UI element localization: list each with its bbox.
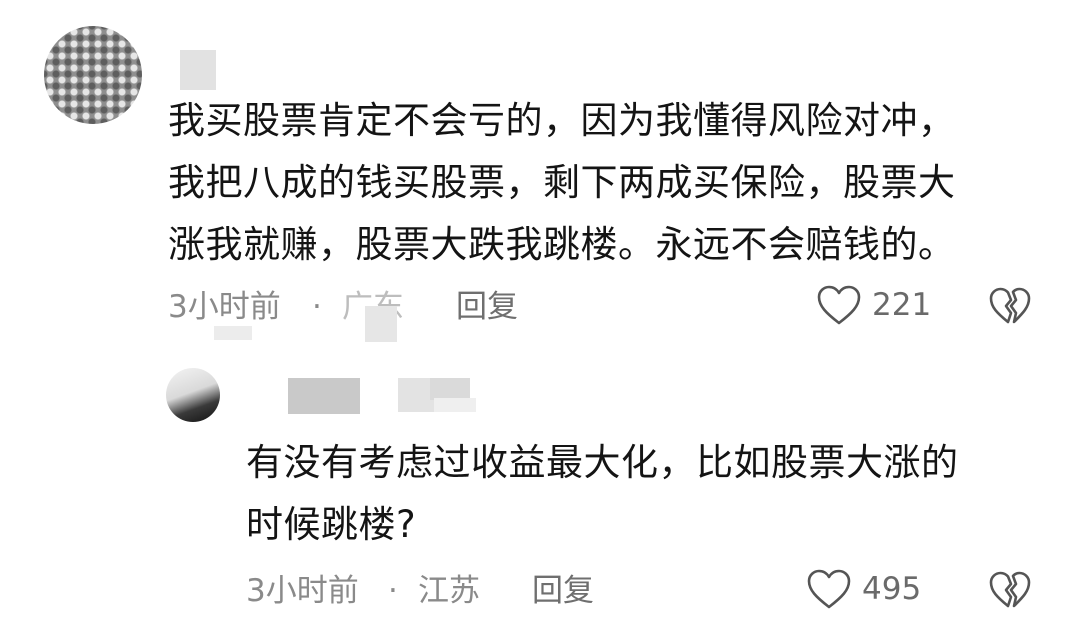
username-mosaic [398, 378, 434, 412]
comment-time: 3小时前 [168, 289, 281, 325]
meta-separator: · [312, 289, 322, 325]
username-mosaic [430, 378, 470, 400]
username-mosaic [434, 398, 476, 412]
like-button[interactable]: 495 [806, 568, 921, 610]
location-mosaic [365, 306, 397, 342]
heart-icon [816, 284, 862, 326]
time-mosaic [214, 326, 252, 340]
reply-time: 3小时前 [246, 573, 359, 609]
broken-heart-icon[interactable] [988, 570, 1032, 610]
reply-button[interactable]: 回复 [456, 287, 518, 327]
replier-avatar[interactable] [166, 368, 220, 422]
comment-text: 我买股票肯定不会亏的，因为我懂得风险对冲， 我把八成的钱买股票，剩下两成买保险，… [168, 99, 956, 266]
username-mosaic [180, 50, 216, 90]
username-mosaic [288, 378, 360, 414]
reply-text: 有没有考虑过收益最大化，比如股票大涨的 时候跳楼? [246, 441, 959, 546]
heart-icon [806, 568, 852, 610]
broken-heart-icon[interactable] [988, 286, 1032, 326]
meta-separator: · [388, 573, 398, 609]
like-count: 495 [862, 571, 922, 607]
reply-location: 江苏 [418, 573, 480, 609]
commenter-avatar[interactable] [44, 26, 142, 124]
reply-button[interactable]: 回复 [532, 571, 594, 611]
like-button[interactable]: 221 [816, 284, 931, 326]
like-count: 221 [872, 287, 932, 323]
